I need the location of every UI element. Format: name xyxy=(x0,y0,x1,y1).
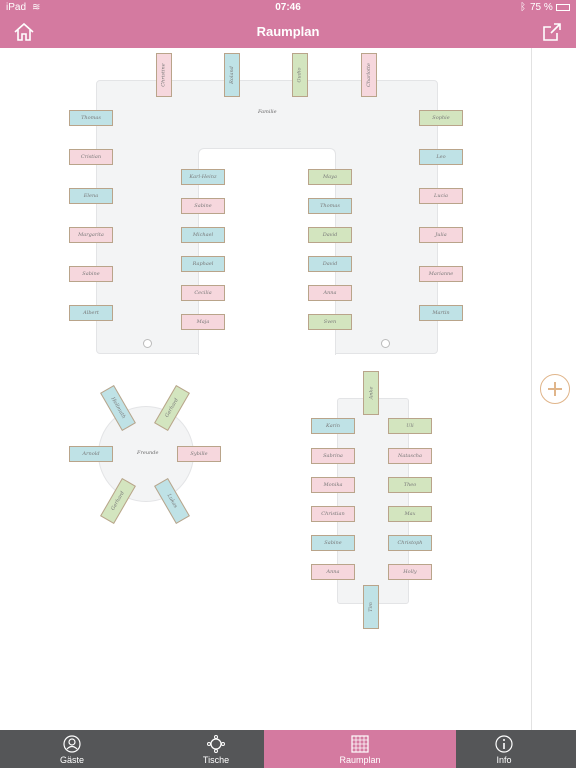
seat[interactable]: Max xyxy=(388,506,432,522)
seat[interactable]: Sabrina xyxy=(311,448,355,464)
seat[interactable]: Elena xyxy=(69,188,113,204)
seat[interactable]: Sabine xyxy=(181,198,225,214)
battery-icon xyxy=(556,4,570,11)
seat[interactable]: Theo xyxy=(388,477,432,493)
seat[interactable]: Thomas xyxy=(308,198,352,214)
floorplan-canvas[interactable]: Familie Christine Roland Gudio Charlotte… xyxy=(0,48,576,730)
seat[interactable]: Christoph xyxy=(388,535,432,551)
table-handle-right[interactable] xyxy=(381,339,390,348)
battery-text: 75 % xyxy=(530,2,553,13)
tables-icon xyxy=(207,735,225,753)
seat[interactable]: Monika xyxy=(311,477,355,493)
tab-label: Raumplan xyxy=(339,755,381,765)
seat[interactable]: David xyxy=(308,256,352,272)
seat[interactable]: Leo xyxy=(419,149,463,165)
seat[interactable]: Roland xyxy=(224,53,240,97)
seat[interactable]: Tim xyxy=(363,585,379,629)
seat[interactable]: David xyxy=(308,227,352,243)
table-name-freunde: Freunde xyxy=(137,450,159,456)
seat[interactable]: Cecilia xyxy=(181,285,225,301)
tab-label: Gäste xyxy=(59,755,84,765)
seat[interactable]: Marianne xyxy=(419,266,463,282)
seat[interactable]: Thomas xyxy=(69,110,113,126)
seat[interactable]: Cristian xyxy=(69,149,113,165)
seat[interactable]: Natascha xyxy=(388,448,432,464)
seat[interactable]: Maja xyxy=(181,314,225,330)
info-icon xyxy=(495,735,513,753)
seat[interactable]: Albert xyxy=(69,305,113,321)
seat[interactable]: Christine xyxy=(156,53,172,97)
table-handle-left[interactable] xyxy=(143,339,152,348)
seat[interactable]: Karin xyxy=(311,418,355,434)
seat[interactable]: Sophie xyxy=(419,110,463,126)
seat[interactable]: Karl-Heinz xyxy=(181,169,225,185)
nav-bar: Raumplan xyxy=(0,16,576,48)
status-time: 07:46 xyxy=(275,2,301,13)
tab-raumplan[interactable]: Raumplan xyxy=(264,730,456,768)
page-title: Raumplan xyxy=(256,24,320,39)
seat[interactable]: Anna xyxy=(308,285,352,301)
tab-bar: Gäste Tische Raumplan Info xyxy=(0,730,576,768)
seat[interactable]: Gerhard xyxy=(100,477,136,525)
seat[interactable]: Lucia xyxy=(419,188,463,204)
seat[interactable]: Sabine xyxy=(311,535,355,551)
seat[interactable]: Christian xyxy=(311,506,355,522)
seat[interactable]: Maya xyxy=(308,169,352,185)
seat[interactable]: Julia xyxy=(419,227,463,243)
seat[interactable]: Uli xyxy=(388,418,432,434)
seat[interactable]: Sabine xyxy=(69,266,113,282)
seat[interactable]: Michael xyxy=(181,227,225,243)
floorplan-icon xyxy=(351,735,369,753)
right-sidebar xyxy=(531,48,576,730)
seat[interactable]: Holly xyxy=(388,564,432,580)
seat[interactable]: Anke xyxy=(363,371,379,415)
seat[interactable]: Anna xyxy=(311,564,355,580)
table-name-familie: Familie xyxy=(258,109,277,115)
status-bar: iPad ≋ 07:46 ᛒ 75 % xyxy=(0,0,576,16)
seat[interactable]: Arnold xyxy=(69,446,113,462)
bluetooth-icon: ᛒ xyxy=(520,2,526,13)
seat[interactable]: Lukas xyxy=(154,477,190,525)
tab-label: Info xyxy=(496,755,512,765)
seat[interactable]: Charlotte xyxy=(361,53,377,97)
add-table-button[interactable] xyxy=(540,374,570,404)
seat[interactable]: Sven xyxy=(308,314,352,330)
guests-icon xyxy=(63,735,81,753)
seat[interactable]: Raphael xyxy=(181,256,225,272)
tab-info[interactable]: Info xyxy=(456,730,552,768)
seat[interactable]: Margarita xyxy=(69,227,113,243)
seat[interactable]: Gudio xyxy=(292,53,308,97)
tab-gaeste[interactable]: Gäste xyxy=(0,730,144,768)
seat[interactable]: Sybille xyxy=(177,446,221,462)
seat[interactable]: Martin xyxy=(419,305,463,321)
export-icon[interactable] xyxy=(541,21,563,43)
